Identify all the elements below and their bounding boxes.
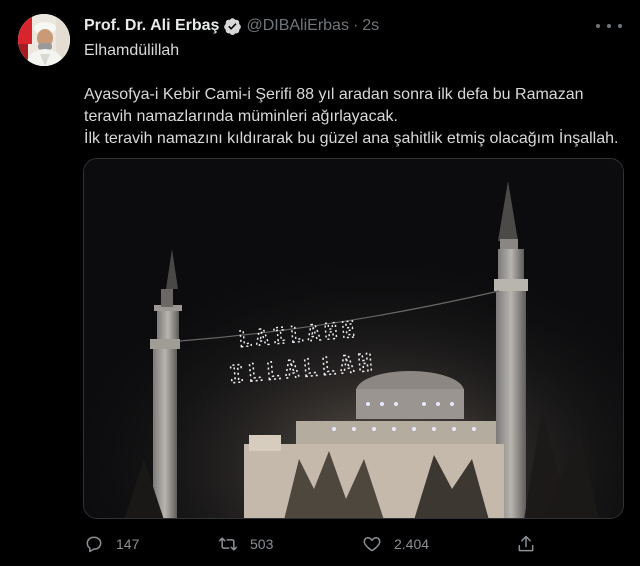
tweet[interactable]: Prof. Dr. Ali Erbaş @DIBAliErbas · 2s El…	[0, 0, 640, 566]
retweet-icon	[218, 537, 238, 551]
verified-badge-icon	[223, 17, 242, 36]
like-button[interactable]: 2.404	[362, 530, 429, 558]
tweet-line: İlk teravih namazını kıldırarak bu güzel…	[84, 130, 619, 147]
retweet-button[interactable]: 503	[218, 530, 273, 558]
heart-icon	[363, 537, 381, 552]
tweet-text: Elhamdülillah Ayasofya-i Kebir Cami-i Şe…	[84, 40, 624, 150]
tweet-line: Elhamdülillah	[84, 42, 180, 59]
share-button[interactable]	[516, 530, 536, 558]
tweet-line: Ayasofya-i Kebir Cami-i Şerifi 88 yıl ar…	[84, 86, 584, 103]
tweet-actions: 147 503 2.404	[84, 530, 544, 558]
share-icon	[518, 535, 534, 552]
reply-button[interactable]: 147	[84, 530, 139, 558]
like-count: 2.404	[394, 536, 430, 552]
author-name[interactable]: Prof. Dr. Ali Erbaş	[84, 17, 219, 35]
more-dots-icon[interactable]	[596, 16, 622, 36]
author-handle[interactable]: @DIBAliErbas	[246, 17, 349, 35]
retweet-count: 503	[250, 536, 274, 552]
tweet-line: teravih namazlarında müminleri ağırlayac…	[84, 108, 398, 125]
timestamp[interactable]: 2s	[362, 17, 379, 35]
reply-icon	[86, 536, 102, 553]
tweet-header: Prof. Dr. Ali Erbaş @DIBAliErbas · 2s	[84, 15, 379, 37]
avatar-image	[18, 14, 70, 66]
reply-count: 147	[116, 536, 140, 552]
separator-dot: ·	[352, 17, 359, 34]
tweet-photo[interactable]: LAILAHE ILLALLAH	[83, 158, 624, 519]
photo-scene: LAILAHE ILLALLAH	[84, 159, 623, 518]
avatar[interactable]	[18, 14, 70, 66]
